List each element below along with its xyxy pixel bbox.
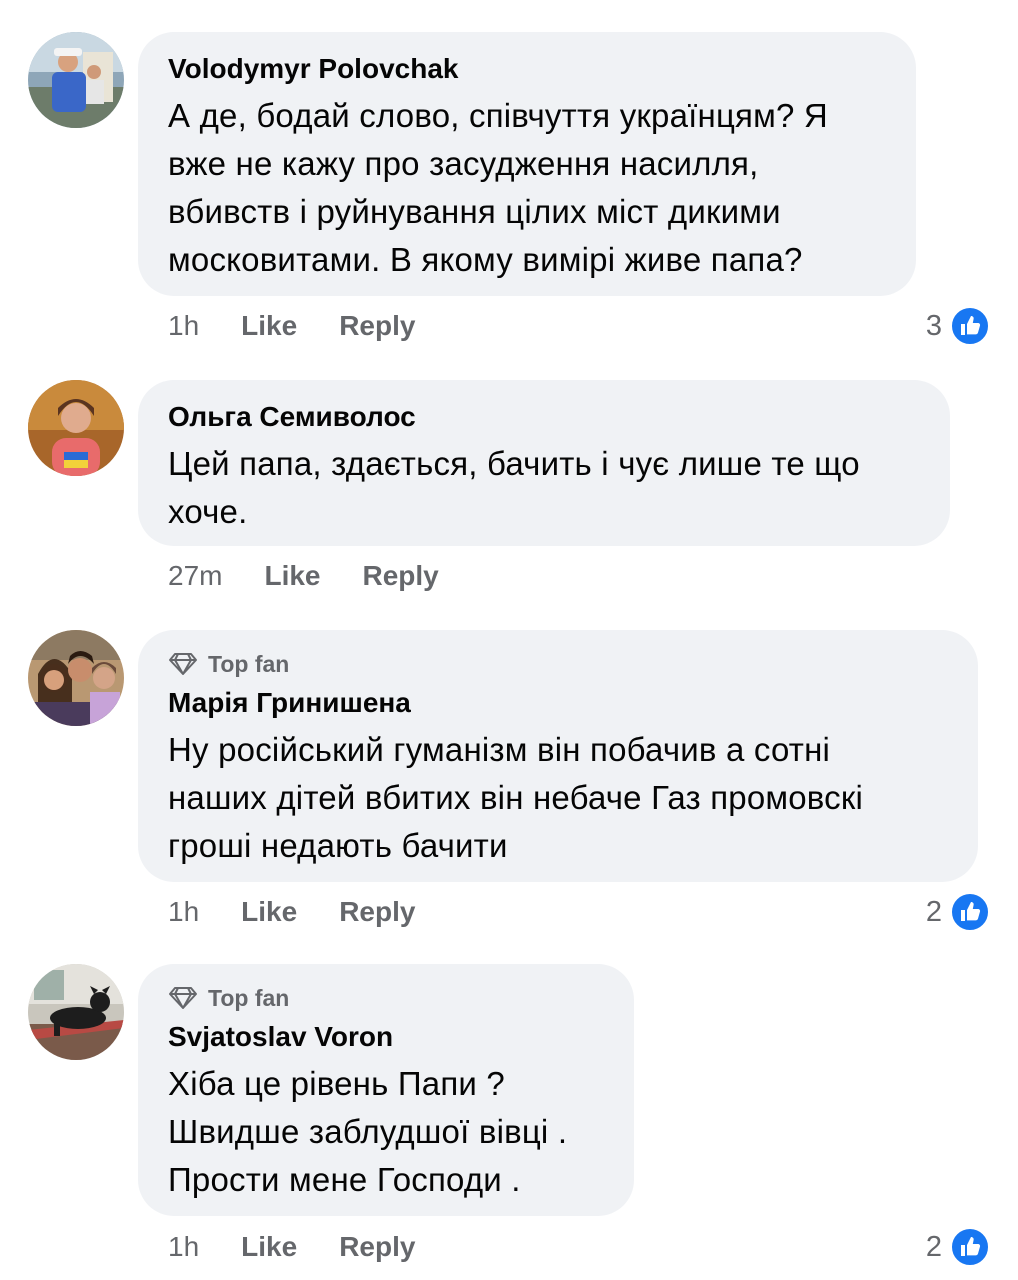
reaction-summary[interactable]: 3 (926, 306, 990, 346)
comment-author[interactable]: Volodymyr Polovchak (168, 52, 886, 86)
comment-timestamp[interactable]: 1h (168, 1231, 199, 1263)
like-button[interactable]: Like (241, 896, 297, 928)
comment-text: А де, бодай слово, співчуття українцям? … (168, 97, 828, 278)
comment-bubble: Ольга Семиволос Цей папа, здається, бачи… (138, 380, 950, 546)
comment-bubble: Top fan Svjatoslav Voron Хіба це рівень … (138, 964, 634, 1216)
top-fan-label: Top fan (208, 650, 290, 677)
diamond-icon (169, 987, 197, 1009)
comment-timestamp[interactable]: 1h (168, 896, 199, 928)
comment-timestamp[interactable]: 1h (168, 310, 199, 342)
avatar[interactable] (28, 380, 124, 476)
reply-button[interactable]: Reply (339, 310, 415, 342)
comment-text: Цей папа, здається, бачить і чує лише те… (168, 445, 860, 530)
comment-bubble: Volodymyr Polovchak А де, бодай слово, с… (138, 32, 916, 296)
reaction-count: 3 (925, 309, 942, 342)
diamond-icon (169, 653, 197, 675)
comment-actions: 1h Like Reply (168, 892, 457, 932)
top-fan-badge[interactable]: Top fan (168, 650, 948, 678)
reaction-count: 2 (925, 895, 942, 928)
reply-button[interactable]: Reply (363, 560, 439, 592)
comment-author[interactable]: Марія Гринишена (168, 686, 948, 720)
reply-button[interactable]: Reply (339, 1231, 415, 1263)
avatar[interactable] (28, 964, 124, 1060)
top-fan-badge[interactable]: Top fan (168, 984, 604, 1012)
reaction-count: 2 (925, 1230, 942, 1263)
like-button[interactable]: Like (241, 1231, 297, 1263)
comment-actions: 27m Like Reply (168, 556, 481, 596)
reaction-summary[interactable]: 2 (926, 1227, 990, 1267)
top-fan-label: Top fan (208, 984, 290, 1011)
avatar[interactable] (28, 32, 124, 128)
reply-button[interactable]: Reply (339, 896, 415, 928)
reaction-summary[interactable]: 2 (926, 892, 990, 932)
like-button[interactable]: Like (241, 310, 297, 342)
comment-timestamp[interactable]: 27m (168, 560, 222, 592)
like-icon (950, 306, 990, 346)
comment-text: Ну російський гуманізм він побачив а сот… (168, 731, 864, 864)
comment-actions: 1h Like Reply (168, 1227, 457, 1267)
comment-actions: 1h Like Reply (168, 306, 457, 346)
like-button[interactable]: Like (264, 560, 320, 592)
like-icon (950, 892, 990, 932)
comment-author[interactable]: Svjatoslav Voron (168, 1020, 604, 1054)
avatar[interactable] (28, 630, 124, 726)
comment-text: Хіба це рівень Папи ? Швидше заблудшої в… (168, 1065, 568, 1198)
comment-bubble: Top fan Марія Гринишена Ну російський гу… (138, 630, 978, 882)
comment-author[interactable]: Ольга Семиволос (168, 400, 920, 434)
like-icon (950, 1227, 990, 1267)
